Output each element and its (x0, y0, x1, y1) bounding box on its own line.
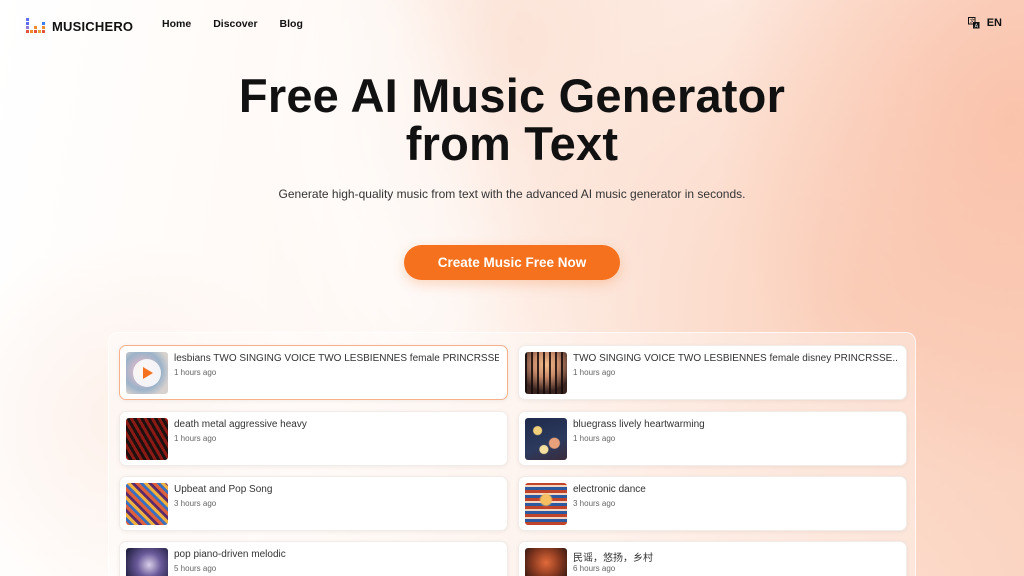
song-card[interactable]: electronic dance 3 hours ago (518, 476, 907, 531)
song-title: Upbeat and Pop Song (174, 484, 273, 495)
song-card[interactable]: bluegrass lively heartwarming 1 hours ag… (518, 411, 907, 466)
song-time: 5 hours ago (174, 564, 217, 573)
song-card[interactable]: TWO SINGING VOICE TWO LESBIENNES female … (518, 345, 907, 400)
song-title: bluegrass lively heartwarming (573, 419, 705, 430)
play-icon (143, 367, 153, 379)
hero-subtitle: Generate high-quality music from text wi… (278, 187, 746, 201)
song-card[interactable]: Upbeat and Pop Song 3 hours ago (119, 476, 508, 531)
song-card[interactable]: 民谣，悠扬，乡村 6 hours ago (518, 541, 907, 576)
recent-songs-panel: lesbians TWO SINGING VOICE TWO LESBIENNE… (108, 332, 916, 576)
song-cover-image (525, 352, 567, 394)
equalizer-logo-icon (26, 18, 45, 33)
song-cover-image (126, 548, 168, 576)
song-time: 3 hours ago (174, 499, 217, 508)
song-cover-image (126, 418, 168, 460)
song-title: death metal aggressive heavy (174, 419, 307, 430)
brand-name: MUSICHERO (52, 18, 134, 34)
song-time: 1 hours ago (573, 434, 616, 443)
translate-icon: 文 A (967, 17, 980, 29)
song-cover-image (525, 418, 567, 460)
song-card[interactable]: death metal aggressive heavy 1 hours ago (119, 411, 508, 466)
hero-title-line1: Free AI Music Generator (238, 69, 786, 122)
language-selector[interactable]: 文 A EN (967, 17, 1002, 29)
song-time: 6 hours ago (573, 564, 616, 573)
play-button[interactable] (133, 359, 161, 387)
nav-home-link[interactable]: Home (162, 18, 191, 30)
song-card[interactable]: pop piano-driven melodic 5 hours ago (119, 541, 508, 576)
song-time: 1 hours ago (573, 368, 616, 377)
song-cover-image (126, 483, 168, 525)
svg-text:A: A (974, 23, 978, 29)
song-card[interactable]: lesbians TWO SINGING VOICE TWO LESBIENNE… (119, 345, 508, 400)
song-time: 3 hours ago (573, 499, 616, 508)
song-title: electronic dance (573, 484, 646, 495)
song-cover-image (126, 352, 168, 394)
song-time: 1 hours ago (174, 434, 217, 443)
hero-title: Free AI Music Generator from Text (0, 72, 1024, 168)
song-cover-image (525, 483, 567, 525)
nav-blog-link[interactable]: Blog (280, 18, 303, 30)
main-nav: Home Discover Blog (162, 18, 303, 30)
song-title: TWO SINGING VOICE TWO LESBIENNES female … (573, 353, 898, 364)
song-title: 民谣，悠扬，乡村 (573, 553, 653, 564)
create-music-button[interactable]: Create Music Free Now (404, 245, 620, 280)
song-cover-image (525, 548, 567, 576)
language-label: EN (986, 17, 1002, 29)
song-time: 1 hours ago (174, 368, 217, 377)
nav-discover-link[interactable]: Discover (213, 18, 257, 30)
song-title: pop piano-driven melodic (174, 549, 286, 560)
hero-title-line2: from Text (405, 117, 619, 170)
song-title: lesbians TWO SINGING VOICE TWO LESBIENNE… (174, 353, 499, 364)
top-navbar: MUSICHERO Home Discover Blog 文 A EN (0, 0, 1024, 50)
brand-logo[interactable]: MUSICHERO (26, 16, 133, 36)
